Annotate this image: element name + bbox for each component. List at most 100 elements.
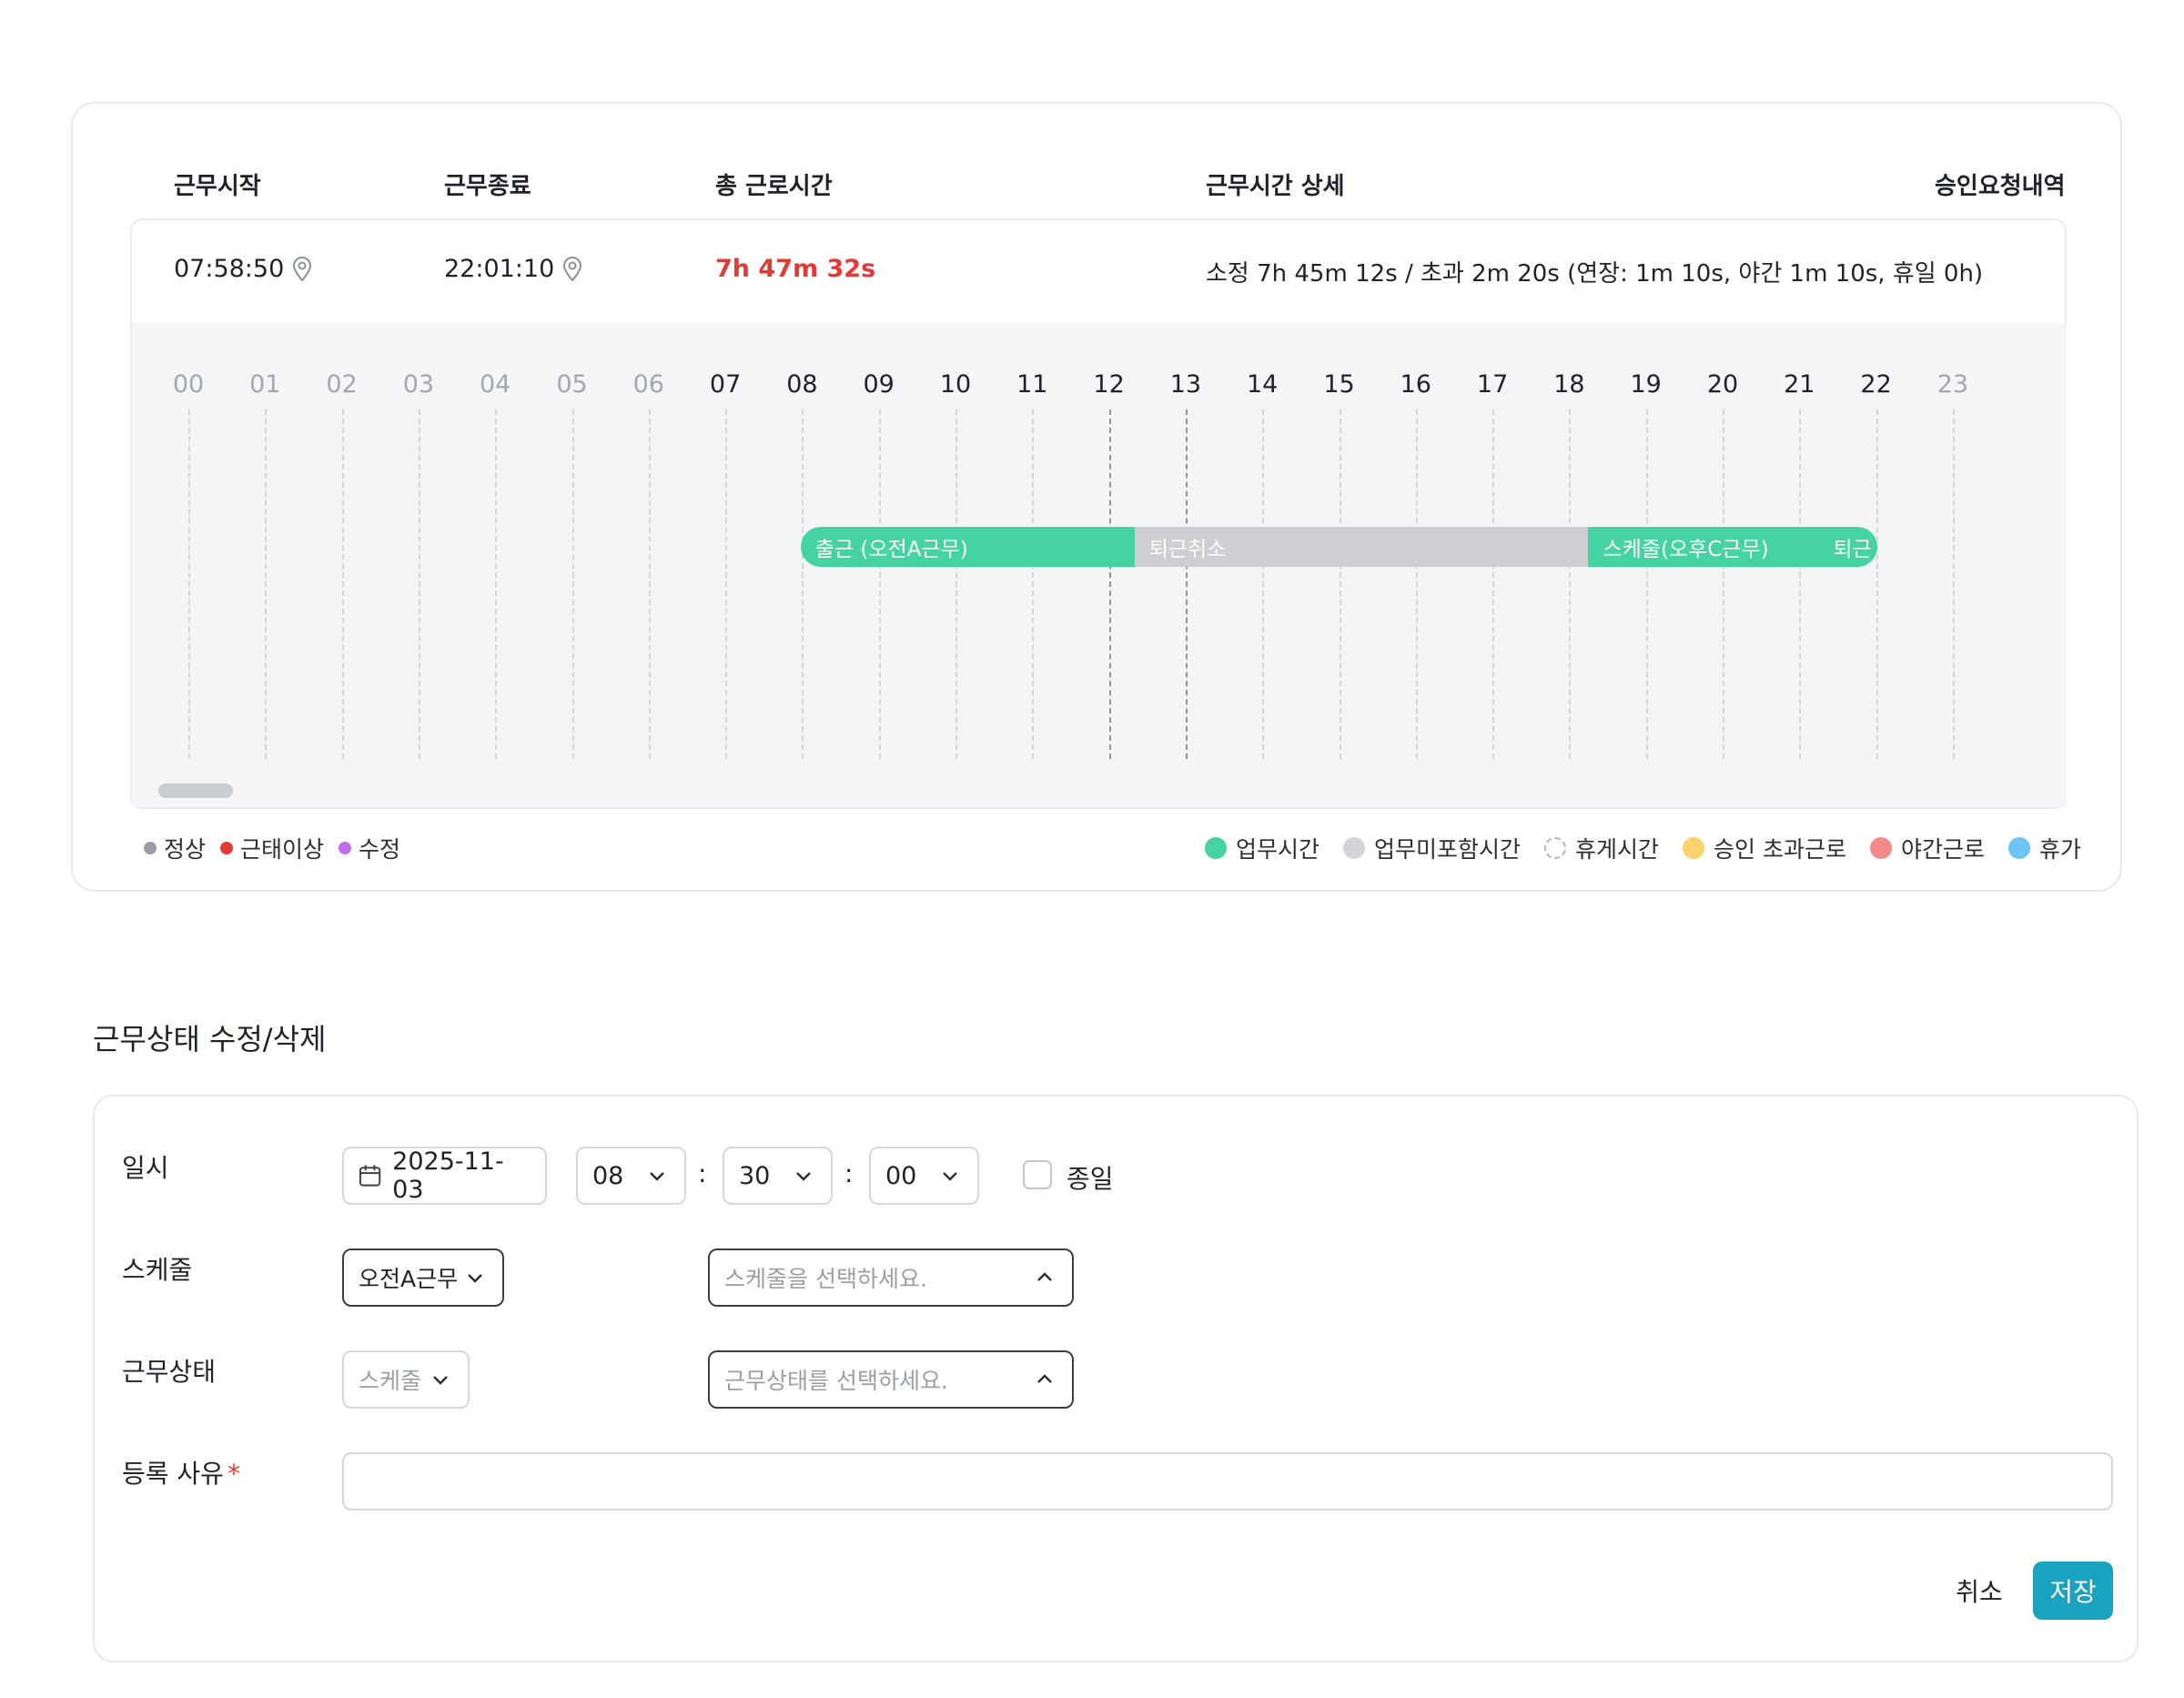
legend-dot-icon — [144, 842, 157, 854]
hour-label: 01 — [249, 370, 281, 399]
location-pin-icon[interactable] — [291, 256, 313, 283]
second-select[interactable]: 00 — [869, 1147, 979, 1205]
timeline-segment[interactable]: 스케줄(오후C근무) — [1588, 527, 1819, 567]
datetime-label: 일시 — [122, 1153, 169, 1183]
reason-label-row: 등록 사유 * — [122, 1454, 240, 1491]
date-picker[interactable]: 2025-11-03 — [342, 1147, 547, 1205]
legend-dot-icon — [1343, 837, 1366, 859]
hour-label: 05 — [556, 370, 588, 399]
hour-label: 04 — [480, 370, 511, 399]
legend-item: 근태이상 — [220, 832, 324, 864]
hour-label: 15 — [1323, 370, 1355, 399]
timeline-segment[interactable]: 퇴근 — [1818, 527, 1878, 567]
hour-gridline — [802, 409, 804, 759]
hour-label: 11 — [1016, 370, 1048, 399]
hour-gridline — [188, 409, 190, 759]
hour-gridline — [265, 409, 268, 759]
legend-item: 휴게시간 — [1544, 832, 1659, 864]
hour-gridline — [725, 409, 728, 759]
start-time-cell: 07:58:50 — [174, 255, 313, 283]
hour-gridline — [1723, 409, 1724, 759]
schedule-value: 오전A근무 — [359, 1266, 459, 1292]
hour-gridline — [341, 409, 344, 759]
minute-value: 30 — [739, 1161, 771, 1190]
hour-label: 07 — [709, 370, 742, 399]
legend-label: 정상 — [164, 836, 207, 863]
end-time-cell: 22:01:10 — [444, 255, 583, 283]
timeline-segment[interactable]: 퇴근취소 — [1134, 527, 1589, 567]
start-time-value: 07:58:50 — [174, 255, 285, 283]
edit-section-title: 근무상태 수정/삭제 — [93, 1022, 327, 1056]
chevron-down-icon — [650, 1172, 664, 1181]
schedule-label: 스케줄 — [122, 1255, 193, 1285]
timeline-scrollbar[interactable] — [158, 783, 233, 798]
type-legend: 업무시간 업무미포함시간 휴게시간 승인 초과근로 야간근로 휴가 — [1205, 832, 2105, 864]
hour-gridline — [1262, 409, 1265, 759]
header-detail: 근무시간 상세 — [1206, 173, 1345, 200]
reason-input[interactable] — [342, 1452, 2113, 1511]
status-type-value: 스케줄 — [359, 1368, 422, 1394]
minute-select[interactable]: 30 — [723, 1147, 833, 1205]
timeline-segment[interactable]: 출근 (오전A근무) — [800, 527, 1135, 567]
hour-gridline — [1032, 409, 1035, 759]
hour-gridline — [1492, 409, 1495, 759]
cancel-button[interactable]: 취소 — [1938, 1562, 2020, 1620]
hour-label: 18 — [1553, 370, 1585, 399]
status-legend: 정상 근태이상 수정 — [144, 832, 415, 864]
allday-checkbox[interactable] — [1023, 1160, 1052, 1189]
chevron-up-icon — [1037, 1374, 1052, 1383]
hour-select[interactable]: 08 — [576, 1147, 686, 1205]
legend-item: 업무미포함시간 — [1343, 832, 1521, 864]
hour-label: 20 — [1706, 370, 1739, 399]
required-mark: * — [227, 1459, 240, 1489]
total-work-time: 7h 47m 32s — [715, 255, 876, 283]
date-value: 2025-11-03 — [392, 1147, 504, 1204]
header-end: 근무종료 — [444, 173, 531, 200]
hour-label: 03 — [402, 370, 435, 399]
legend-dot-icon — [339, 842, 352, 854]
legend-dot-icon — [1205, 837, 1227, 859]
hour-label: 21 — [1784, 370, 1815, 399]
legend-label: 근태이상 — [240, 836, 325, 863]
header-total: 총 근로시간 — [715, 173, 833, 200]
chevron-down-icon — [943, 1172, 957, 1181]
legend-item: 업무시간 — [1205, 832, 1320, 864]
hour-label: 08 — [786, 370, 818, 399]
schedule-select[interactable]: 오전A근무 — [342, 1248, 504, 1307]
legend-dot-icon — [1870, 837, 1892, 859]
time-separator: : — [698, 1158, 707, 1188]
hour-gridline — [1415, 409, 1418, 759]
hour-gridline — [956, 409, 957, 759]
legend-item: 야간근로 — [1870, 832, 1985, 864]
chevron-down-icon — [433, 1376, 448, 1385]
legend-label: 승인 초과근로 — [1714, 836, 1846, 863]
save-button[interactable]: 저장 — [2033, 1562, 2113, 1620]
legend-dot-icon — [1544, 837, 1567, 859]
legend-label: 휴게시간 — [1575, 836, 1660, 863]
schedule-placeholder: 스케줄을 선택하세요. — [724, 1266, 927, 1292]
legend-label: 휴가 — [2039, 836, 2082, 863]
end-time-value: 22:01:10 — [444, 255, 555, 283]
header-approval: 승인요청내역 — [1935, 173, 2066, 200]
allday-label: 종일 — [1067, 1164, 1114, 1194]
legend-item: 휴가 — [2008, 832, 2081, 864]
hour-label: 17 — [1476, 370, 1509, 399]
hour-value: 08 — [592, 1161, 624, 1190]
location-pin-icon[interactable] — [561, 256, 583, 283]
reason-label: 등록 사유 — [122, 1459, 224, 1489]
status-placeholder: 근무상태를 선택하세요. — [724, 1368, 948, 1394]
chevron-down-icon — [468, 1274, 482, 1283]
legend-label: 야간근로 — [1901, 836, 1986, 863]
hour-gridline — [1569, 409, 1572, 759]
hour-gridline — [571, 409, 574, 759]
legend-item: 정상 — [144, 832, 206, 864]
hour-gridline — [1339, 409, 1341, 759]
status-type-select[interactable]: 스케줄 — [342, 1350, 470, 1409]
hour-gridline — [1876, 409, 1878, 759]
hour-label: 00 — [172, 370, 205, 399]
hour-gridline — [495, 409, 498, 759]
status-search-select[interactable]: 근무상태를 선택하세요. — [708, 1350, 1074, 1409]
calendar-icon — [359, 1165, 381, 1187]
legend-item: 승인 초과근로 — [1683, 832, 1846, 864]
schedule-search-select[interactable]: 스케줄을 선택하세요. — [708, 1248, 1074, 1307]
